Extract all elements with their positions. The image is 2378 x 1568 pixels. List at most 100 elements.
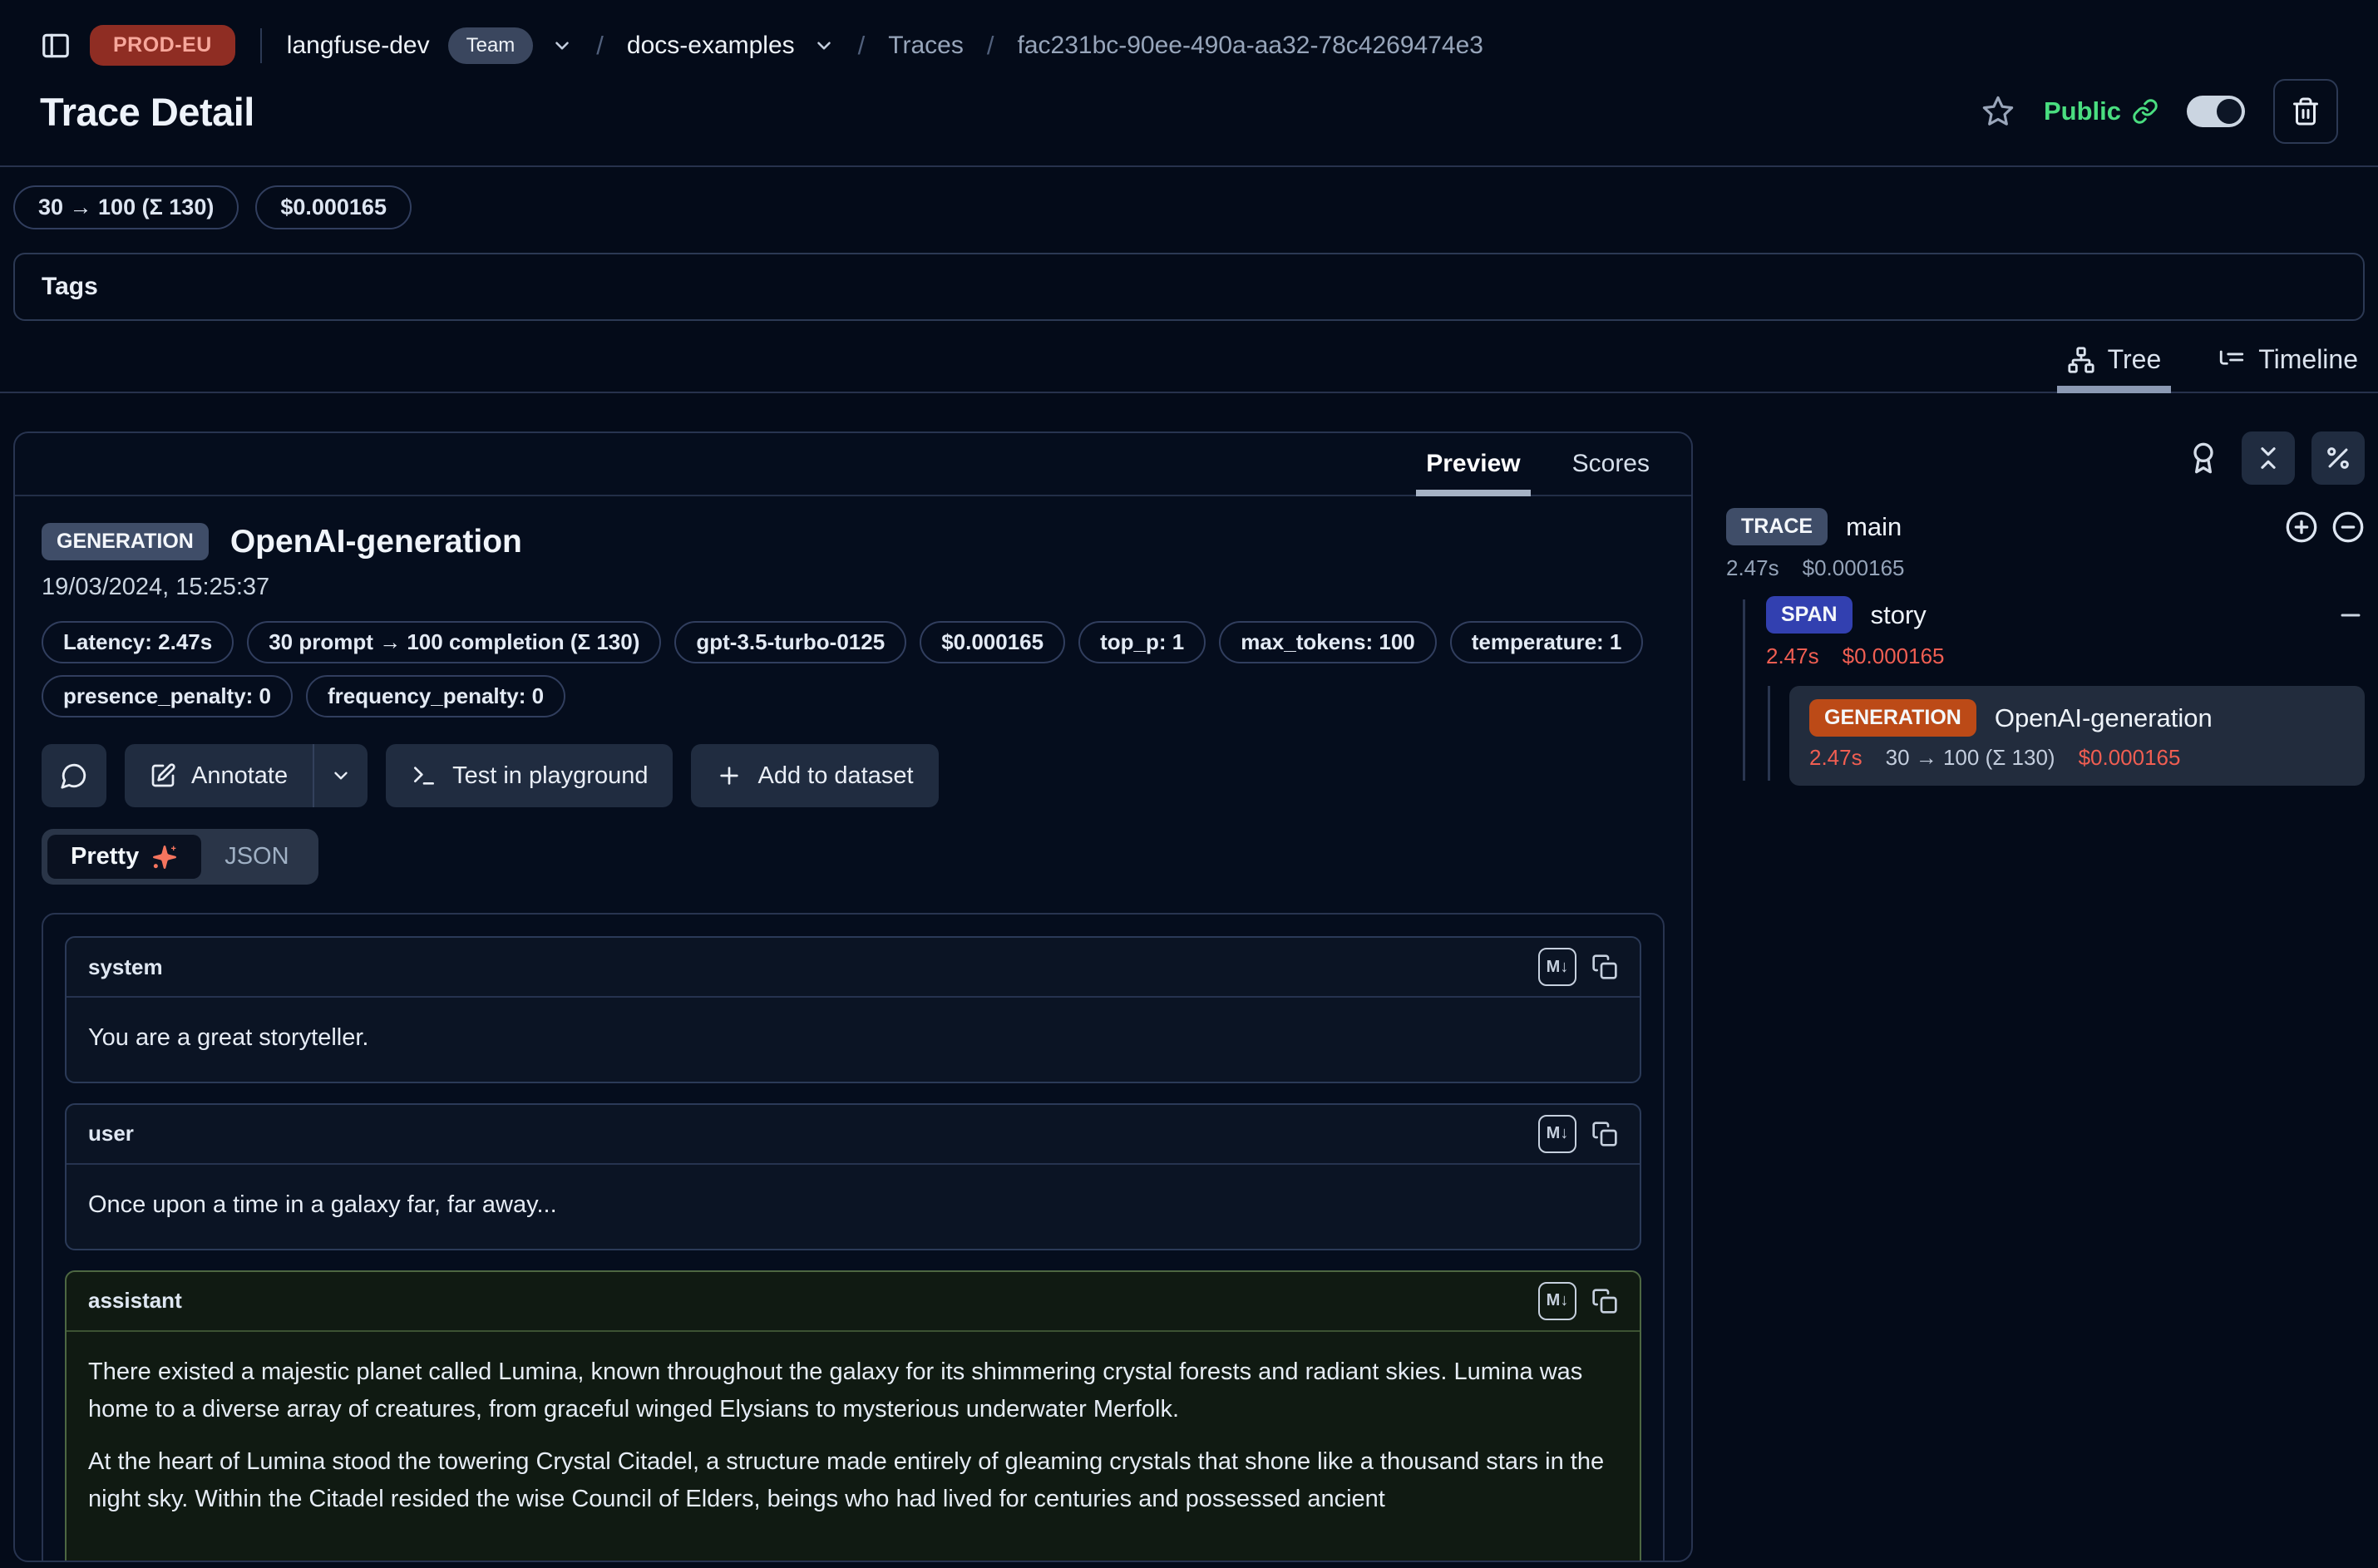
message-content: Once upon a time in a galaxy far, far aw… [67,1165,1640,1249]
page-title: Trace Detail [40,89,254,135]
message-header: user M↓ [67,1105,1640,1165]
annotation-queue-button[interactable] [2187,441,2220,475]
cost-badge: $0.000165 [255,185,412,229]
minus-icon [2336,601,2365,629]
format-pretty-segment[interactable]: Pretty [47,835,201,879]
message-block-system: system M↓ You are a great storyteller. [65,936,1641,1083]
observation-detail-card: Preview Scores GENERATION OpenAI-generat… [13,431,1693,1562]
view-mode-tabs: Tree Timeline [0,321,2378,393]
annotate-label: Annotate [191,762,288,790]
model-badge[interactable]: gpt-3.5-turbo-0125 [674,621,906,663]
public-share-button[interactable]: Public [2044,96,2158,126]
breadcrumb-slash: / [591,31,609,61]
test-in-playground-label: Test in playground [452,762,648,790]
title-actions: Public [1981,79,2338,144]
org-plan-badge: Team [448,27,534,64]
test-in-playground-button[interactable]: Test in playground [386,744,673,807]
tab-preview[interactable]: Preview [1423,433,1523,495]
link-icon [2132,98,2158,125]
org-switcher-button[interactable] [551,35,573,57]
terminal-icon [411,762,437,789]
trace-name: main [1846,512,1902,542]
tags-container[interactable]: Tags [13,253,2365,321]
comments-button[interactable] [42,744,106,807]
format-toggle: Pretty JSON [42,829,318,885]
tree-node-span[interactable]: SPAN story [1766,596,2365,634]
token-usage-badge: 30 → 100 (Σ 130) [13,185,239,229]
observation-actions: Annotate Test in playground [42,744,1665,807]
bookmark-star-button[interactable] [1981,94,2015,129]
show-percentages-button[interactable] [2311,431,2365,485]
trace-type-badge: TRACE [1726,508,1828,545]
pretty-label: Pretty [71,843,139,870]
delete-trace-button[interactable] [2273,79,2338,144]
breadcrumb-traces-link[interactable]: Traces [888,32,964,60]
toggle-knob [2217,99,2242,124]
breadcrumb-org[interactable]: langfuse-dev [287,32,430,60]
message-block-user: user M↓ Once upon a time in a galaxy far… [65,1103,1641,1250]
copy-icon[interactable] [1591,1288,1618,1314]
trash-icon [2291,96,2321,126]
chevron-down-icon [813,35,835,57]
add-to-dataset-button[interactable]: Add to dataset [691,744,938,807]
message-header: assistant M↓ [67,1272,1640,1332]
tab-scores[interactable]: Scores [1569,433,1653,495]
frequency-penalty-badge: frequency_penalty: 0 [306,675,565,717]
observation-meta-badges-row1: Latency: 2.47s 30 prompt → 100 completio… [42,621,1665,663]
assistant-paragraph: There existed a majestic planet called L… [88,1354,1618,1428]
generation-name: OpenAI-generation [1995,703,2213,733]
annotate-split-button: Annotate [125,744,368,807]
markdown-toggle-icon[interactable]: M↓ [1538,1282,1576,1320]
public-toggle[interactable] [2187,96,2245,127]
top-p-badge: top_p: 1 [1078,621,1206,663]
chevron-down-icon [551,35,573,57]
project-switcher-button[interactable] [813,35,835,57]
markdown-toggle-icon[interactable]: M↓ [1538,948,1576,986]
span-metrics: 2.47s $0.000165 [1766,643,2365,669]
message-block-assistant: assistant M↓ There existed a majestic pl… [65,1270,1641,1562]
trace-cost: $0.000165 [1803,555,1905,581]
tab-tree[interactable]: Tree [2064,344,2165,392]
span-type-badge: SPAN [1766,596,1853,634]
plus-icon [716,762,743,789]
generation-type-badge: GENERATION [1809,699,1976,737]
chevrons-down-up-icon [2254,444,2282,472]
messages-container: system M↓ You are a great storyteller. u… [42,913,1665,1562]
trace-summary-badges: 30 → 100 (Σ 130) $0.000165 [13,185,2365,229]
observation-header: GENERATION OpenAI-generation 19/03/2024,… [15,496,1691,717]
breadcrumb-slash: / [853,31,871,61]
span-latency: 2.47s [1766,643,1819,669]
breadcrumb-slash: / [982,31,999,61]
sparkles-icon [151,844,178,870]
collapse-node-button[interactable] [2336,601,2365,629]
token-breakdown-badge: 30 prompt → 100 completion (Σ 130) [247,621,661,663]
sidebar-toggle-button[interactable] [40,30,72,62]
copy-icon[interactable] [1591,1121,1618,1147]
message-tools: M↓ [1538,1115,1618,1153]
tree-node-generation-selected[interactable]: GENERATION OpenAI-generation 2.47s 30 → … [1789,686,2365,786]
presence-penalty-badge: presence_penalty: 0 [42,675,293,717]
generation-tokens: 30 → 100 (Σ 130) [1886,745,2055,771]
breadcrumb-project[interactable]: docs-examples [627,32,795,60]
span-cost: $0.000165 [1843,643,1945,669]
tree-toolbar [1726,431,2365,485]
tree-node-trace[interactable]: TRACE main [1726,508,2365,545]
breadcrumb-trace-id: fac231bc-90ee-490a-aa32-78c4269474e3 [1018,32,1483,60]
message-circle-icon [60,762,88,790]
trace-latency: 2.47s [1726,555,1779,581]
collapse-all-nodes-button[interactable] [2331,510,2365,544]
award-icon [2187,441,2220,475]
expand-all-button[interactable] [2285,510,2318,544]
annotate-button[interactable]: Annotate [125,744,314,807]
message-content: You are a great storyteller. [67,998,1640,1082]
markdown-toggle-icon[interactable]: M↓ [1538,1115,1576,1153]
observation-name: OpenAI-generation [230,524,522,560]
breadcrumb: PROD-EU langfuse-dev Team / docs-example… [40,25,2338,66]
pen-square-icon [150,762,176,789]
copy-icon[interactable] [1591,954,1618,980]
format-json-segment[interactable]: JSON [201,835,312,879]
collapse-all-button[interactable] [2242,431,2295,485]
max-tokens-badge: max_tokens: 100 [1219,621,1437,663]
annotate-dropdown-button[interactable] [314,744,368,807]
tab-timeline[interactable]: Timeline [2214,344,2361,392]
